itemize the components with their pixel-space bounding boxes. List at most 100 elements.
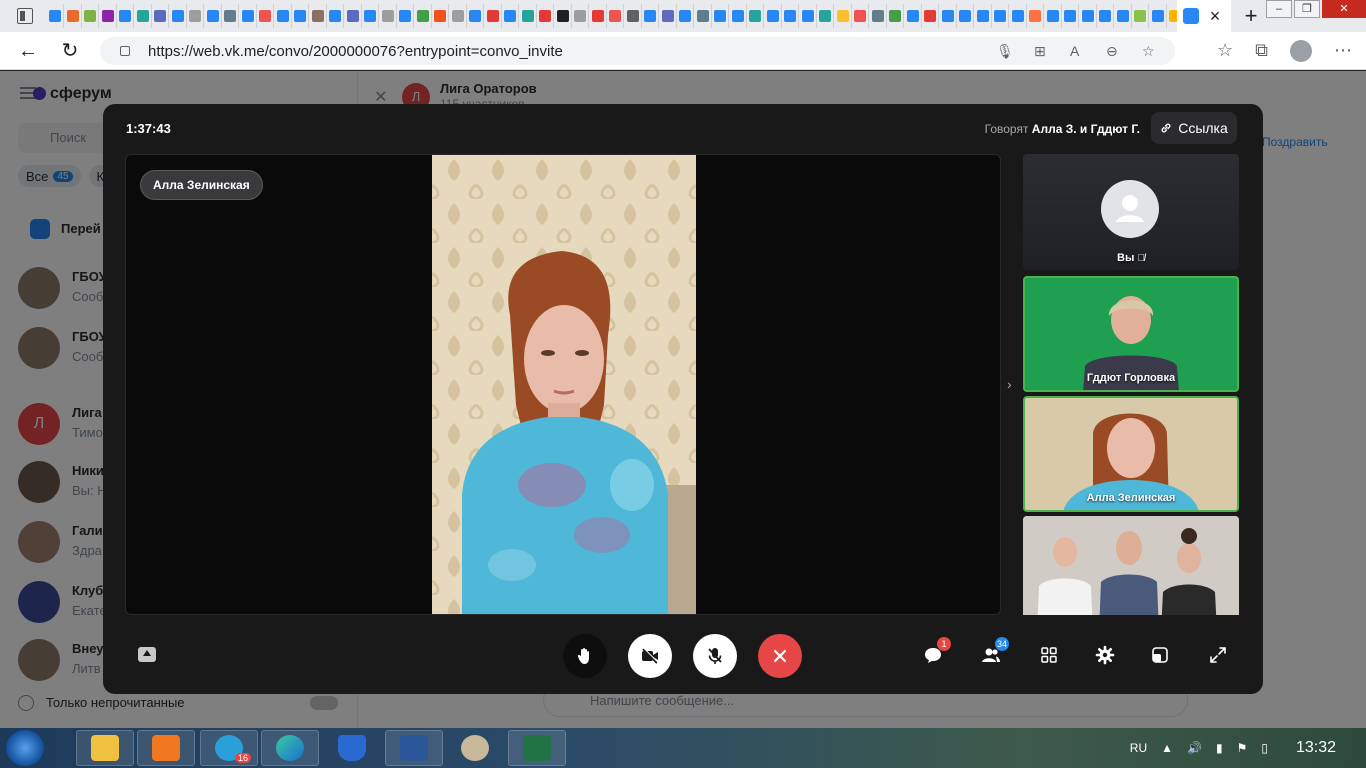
browser-tab[interactable]: [47, 4, 64, 28]
main-video-stage[interactable]: Алла Зелинская: [125, 154, 1001, 615]
browser-tab[interactable]: [607, 4, 624, 28]
file-explorer-icon[interactable]: [76, 730, 134, 766]
browser-tab[interactable]: [135, 4, 152, 28]
tile-self[interactable]: Вы 🎙̸: [1023, 154, 1239, 270]
browser-tab[interactable]: [1045, 4, 1062, 28]
media-player-icon[interactable]: [137, 730, 195, 766]
minimize-button[interactable]: –: [1266, 0, 1292, 18]
browser-tab[interactable]: [1062, 4, 1079, 28]
copy-link-button[interactable]: Ссылка: [1151, 112, 1237, 144]
lock-icon[interactable]: [120, 46, 130, 56]
browser-tab[interactable]: [887, 4, 904, 28]
battery-icon[interactable]: ▯: [1261, 741, 1268, 755]
browser-tab[interactable]: [170, 4, 187, 28]
start-button[interactable]: [6, 730, 44, 766]
chevron-right-icon[interactable]: ›: [1007, 376, 1012, 392]
word-icon[interactable]: [385, 730, 443, 766]
browser-tab[interactable]: [940, 4, 957, 28]
browser-tab[interactable]: [380, 4, 397, 28]
browser-tab[interactable]: [450, 4, 467, 28]
browser-tab[interactable]: [327, 4, 344, 28]
telegram-icon[interactable]: 16: [200, 730, 258, 766]
paint-icon[interactable]: [446, 730, 504, 766]
browser-tab[interactable]: [712, 4, 729, 28]
browser-tab[interactable]: [485, 4, 502, 28]
browser-tab[interactable]: [240, 4, 257, 28]
browser-tab[interactable]: [835, 4, 852, 28]
browser-tab[interactable]: [922, 4, 939, 28]
browser-tab[interactable]: [415, 4, 432, 28]
browser-tab[interactable]: [82, 4, 99, 28]
back-button[interactable]: ←: [14, 37, 42, 65]
browser-tab[interactable]: [555, 4, 572, 28]
browser-tab[interactable]: [975, 4, 992, 28]
share-screen-icon[interactable]: [138, 647, 156, 662]
camera-toggle-button[interactable]: [628, 634, 672, 678]
read-aloud-icon[interactable]: A: [1070, 43, 1079, 59]
profile-icon[interactable]: [1290, 40, 1312, 62]
browser-tab[interactable]: [467, 4, 484, 28]
close-icon[interactable]: ×: [1205, 6, 1225, 27]
browser-tab[interactable]: [800, 4, 817, 28]
browser-tab[interactable]: [992, 4, 1009, 28]
browser-tab[interactable]: [117, 4, 134, 28]
network-icon[interactable]: ▮: [1216, 741, 1223, 755]
microphone-icon[interactable]: 🎙: [996, 43, 1014, 60]
edge-icon[interactable]: [261, 730, 319, 766]
browser-tab[interactable]: [1097, 4, 1114, 28]
browser-tab[interactable]: [222, 4, 239, 28]
shield-app-icon[interactable]: [323, 730, 381, 766]
browser-tab[interactable]: [397, 4, 414, 28]
collections-icon[interactable]: ⧉: [1255, 40, 1268, 62]
browser-tab[interactable]: [432, 4, 449, 28]
browser-tab[interactable]: [590, 4, 607, 28]
browser-tab[interactable]: [1027, 4, 1044, 28]
browser-tab[interactable]: [362, 4, 379, 28]
browser-tab[interactable]: [1167, 4, 1177, 28]
browser-tab[interactable]: [537, 4, 554, 28]
browser-tab[interactable]: [187, 4, 204, 28]
browser-tab[interactable]: [870, 4, 887, 28]
browser-tab[interactable]: [957, 4, 974, 28]
browser-tab[interactable]: [205, 4, 222, 28]
browser-tab[interactable]: [817, 4, 834, 28]
browser-tab[interactable]: [520, 4, 537, 28]
more-menu-icon[interactable]: ⋯: [1334, 40, 1352, 62]
browser-tab[interactable]: [152, 4, 169, 28]
browser-tab[interactable]: [257, 4, 274, 28]
browser-tab[interactable]: [695, 4, 712, 28]
participants-button[interactable]: 34: [979, 637, 1009, 667]
end-call-button[interactable]: [758, 634, 802, 678]
volume-icon[interactable]: 🔊: [1187, 741, 1202, 755]
browser-tab[interactable]: [660, 4, 677, 28]
browser-tab[interactable]: [275, 4, 292, 28]
tab-actions-icon[interactable]: [17, 8, 33, 24]
favorites-icon[interactable]: ☆: [1217, 40, 1233, 62]
browser-tab[interactable]: [905, 4, 922, 28]
clock[interactable]: 13:32: [1296, 739, 1336, 757]
browser-tab[interactable]: [292, 4, 309, 28]
browser-tab[interactable]: [345, 4, 362, 28]
browser-tab[interactable]: [1080, 4, 1097, 28]
chat-button[interactable]: 1: [921, 637, 951, 667]
browser-tab[interactable]: [1150, 4, 1167, 28]
window-close-button[interactable]: ✕: [1322, 0, 1366, 18]
active-tab[interactable]: ×: [1177, 0, 1231, 32]
add-favorite-icon[interactable]: ☆: [1142, 43, 1155, 60]
zoom-out-icon[interactable]: ⊖: [1106, 43, 1118, 60]
browser-tab[interactable]: [1010, 4, 1027, 28]
reload-button[interactable]: ↻: [56, 37, 84, 65]
browser-tab[interactable]: [747, 4, 764, 28]
tile-group[interactable]: [1023, 516, 1239, 615]
apps-icon[interactable]: ⊞: [1034, 43, 1046, 60]
url-field[interactable]: https://web.vk.me/convo/2000000076?entry…: [100, 37, 1175, 65]
browser-tab[interactable]: [65, 4, 82, 28]
excel-icon[interactable]: [508, 730, 566, 766]
minimize-call-button[interactable]: [1148, 643, 1172, 667]
browser-tab[interactable]: [765, 4, 782, 28]
browser-tab[interactable]: [730, 4, 747, 28]
browser-tab[interactable]: [625, 4, 642, 28]
browser-tab[interactable]: [502, 4, 519, 28]
tile-gdzyut[interactable]: Гддют Горловка: [1023, 276, 1239, 392]
browser-tab[interactable]: [782, 4, 799, 28]
